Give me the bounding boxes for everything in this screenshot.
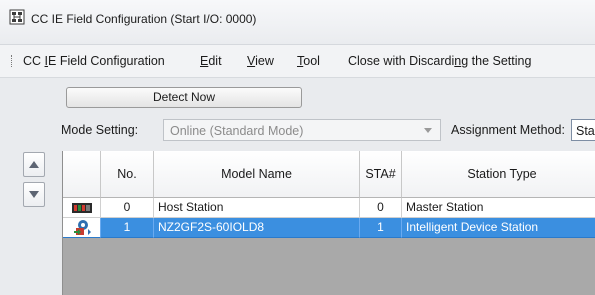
sta-number-cell: 0 (360, 198, 402, 218)
menu-label-part: ool (303, 54, 320, 68)
menu-bar: CC IE Field Configuration Edit View Tool… (0, 45, 595, 78)
column-header-station-type[interactable]: Station Type (402, 151, 595, 198)
column-header-no[interactable]: No. (101, 151, 154, 198)
model-name-cell: Host Station (154, 198, 360, 218)
menu-edit[interactable]: Edit (200, 54, 222, 68)
menu-grip-handle[interactable] (11, 55, 15, 67)
menu-label-part: E Field Configuration (48, 54, 165, 68)
assignment-method-value: Sta (576, 124, 595, 138)
cc-ie-field-configuration-window: CC IE Field Configuration (Start I/O: 00… (0, 0, 595, 295)
menu-label-part: iew (255, 54, 274, 68)
menu-close-with-discarding[interactable]: Close with Discarding the Setting (348, 54, 531, 68)
column-header-model-name[interactable]: Model Name (154, 151, 360, 198)
station-icon-cell (63, 218, 101, 238)
column-header-sta[interactable]: STA# (360, 151, 402, 198)
table-row[interactable]: 0 Host Station 0 Master Station (63, 198, 595, 218)
sta-number-cell: 1 (360, 218, 402, 238)
menu-label-part: CC (23, 54, 45, 68)
arrow-down-icon (29, 191, 39, 198)
move-down-button[interactable] (23, 182, 45, 207)
arrow-up-icon (29, 161, 39, 168)
station-list-grid[interactable]: No. Model Name STA# Station Type 0 Host … (62, 151, 595, 295)
menu-mnemonic: V (247, 54, 256, 68)
detect-now-button[interactable]: Detect Now (66, 87, 302, 108)
chevron-down-icon (424, 128, 432, 133)
assignment-method-label: Assignment Method: (451, 123, 565, 137)
station-icon-cell (63, 198, 101, 218)
mode-setting-label: Mode Setting: (61, 123, 139, 137)
menu-cc-ie-field-configuration[interactable]: CC IE Field Configuration (23, 54, 165, 68)
station-type-cell: Intelligent Device Station (402, 218, 595, 238)
host-station-icon (71, 203, 92, 213)
menu-label-part: g the Setting (461, 54, 532, 68)
menu-tool[interactable]: Tool (297, 54, 320, 68)
station-no-cell: 1 (101, 218, 154, 238)
window-title: CC IE Field Configuration (Start I/O: 00… (31, 12, 257, 26)
mode-setting-select[interactable]: Online (Standard Mode) (163, 119, 441, 141)
station-no-cell: 0 (101, 198, 154, 218)
title-bar: CC IE Field Configuration (Start I/O: 00… (0, 0, 595, 45)
move-up-button[interactable] (23, 152, 45, 177)
station-type-cell: Master Station (402, 198, 595, 218)
table-row-selected[interactable]: 1 NZ2GF2S-60IOLD8 1 Intelligent Device S… (63, 218, 595, 238)
menu-label-part: Close with Discardi (348, 54, 455, 68)
menu-label-part: dit (208, 54, 222, 68)
assignment-method-select[interactable]: Sta (571, 119, 595, 141)
model-name-cell: NZ2GF2S-60IOLD8 (154, 218, 360, 238)
menu-view[interactable]: View (247, 54, 274, 68)
grid-header-row: No. Model Name STA# Station Type (63, 151, 595, 198)
column-header-icon[interactable] (63, 151, 101, 198)
configuration-panel: Detect Now Mode Setting: Online (Standar… (0, 78, 595, 295)
intelligent-device-icon (73, 220, 91, 235)
mode-setting-value: Online (Standard Mode) (170, 124, 304, 138)
network-configuration-icon (9, 9, 25, 25)
